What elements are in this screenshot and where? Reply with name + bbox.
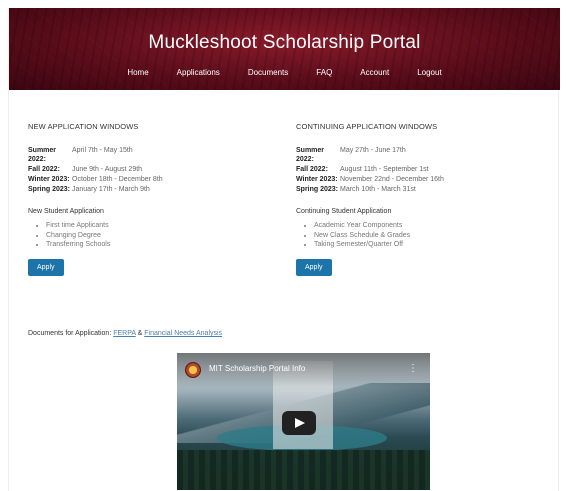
window-dates: June 9th - August 29th — [72, 166, 143, 173]
header-banner: Muckleshoot Scholarship Portal Home Appl… — [9, 8, 560, 90]
main-nav: Home Applications Documents FAQ Account … — [9, 68, 560, 77]
window-dates: January 17th - March 9th — [72, 186, 150, 193]
nav-faq[interactable]: FAQ — [316, 68, 332, 77]
nav-documents[interactable]: Documents — [248, 68, 288, 77]
window-term: Spring 2023: — [296, 186, 339, 193]
nav-home[interactable]: Home — [127, 68, 148, 77]
window-term: Summer 2022: — [296, 147, 325, 163]
list-item: First time Applicants — [46, 221, 278, 231]
documents-separator: & — [137, 330, 143, 337]
nav-logout[interactable]: Logout — [417, 68, 441, 77]
continuing-applications-section: CONTINUING APPLICATION WINDOWS Summer 20… — [296, 122, 551, 276]
video-embed[interactable]: MIT Scholarship Portal Info ⋮ — [177, 353, 430, 490]
new-windows-list: Summer 2022: April 7th - May 15th Fall 2… — [28, 146, 278, 194]
new-apply-button[interactable]: Apply — [28, 258, 64, 276]
financial-needs-link[interactable]: Financial Needs Analysis — [144, 330, 222, 337]
continuing-student-list: Academic Year Components New Class Sched… — [296, 221, 551, 250]
new-windows-heading: NEW APPLICATION WINDOWS — [28, 122, 139, 131]
continuing-windows-list: Summer 2022: May 27th - June 17th Fall 2… — [296, 146, 551, 194]
window-term: Spring 2023: — [28, 186, 71, 193]
window-dates: October 18th - December 8th — [72, 176, 163, 183]
window-term: Summer 2022: — [28, 147, 57, 163]
new-student-subheading: New Student Application — [28, 208, 104, 215]
play-icon[interactable] — [282, 411, 316, 435]
window-dates: August 11th - September 1st — [340, 166, 429, 173]
documents-label: Documents for Application: — [28, 330, 112, 337]
new-applications-section: NEW APPLICATION WINDOWS Summer 2022: Apr… — [28, 122, 278, 276]
site-title: Muckleshoot Scholarship Portal — [148, 32, 421, 53]
list-item: Academic Year Components — [314, 221, 551, 231]
ferpa-link[interactable]: FERPA — [113, 330, 135, 337]
nav-applications[interactable]: Applications — [177, 68, 220, 77]
window-dates: November 22nd - December 16th — [340, 176, 444, 183]
documents-line: Documents for Application: FERPA & Finan… — [28, 330, 222, 337]
video-thumbnail-forest — [177, 450, 430, 490]
list-item: New Class Schedule & Grades — [314, 231, 551, 241]
window-dates: April 7th - May 15th — [72, 147, 133, 154]
page-frame: Muckleshoot Scholarship Portal Home Appl… — [8, 8, 560, 491]
list-item: Changing Degree — [46, 231, 278, 241]
window-term: Fall 2022: — [28, 166, 60, 173]
window-term: Winter 2023: — [28, 176, 70, 183]
more-vert-icon[interactable]: ⋮ — [408, 363, 418, 374]
window-dates: March 10th - March 31st — [340, 186, 416, 193]
window-dates: May 27th - June 17th — [340, 147, 406, 154]
continuing-windows-heading: CONTINUING APPLICATION WINDOWS — [296, 122, 438, 131]
channel-logo-icon[interactable] — [185, 362, 201, 378]
continuing-student-subheading: Continuing Student Application — [296, 208, 392, 215]
video-title[interactable]: MIT Scholarship Portal Info — [209, 364, 305, 373]
continuing-apply-button[interactable]: Apply — [296, 258, 332, 276]
window-term: Winter 2023: — [296, 176, 338, 183]
list-item: Taking Semester/Quarter Off — [314, 240, 551, 250]
nav-account[interactable]: Account — [360, 68, 389, 77]
window-term: Fall 2022: — [296, 166, 328, 173]
list-item: Transferring Schools — [46, 240, 278, 250]
new-student-list: First time Applicants Changing Degree Tr… — [28, 221, 278, 250]
